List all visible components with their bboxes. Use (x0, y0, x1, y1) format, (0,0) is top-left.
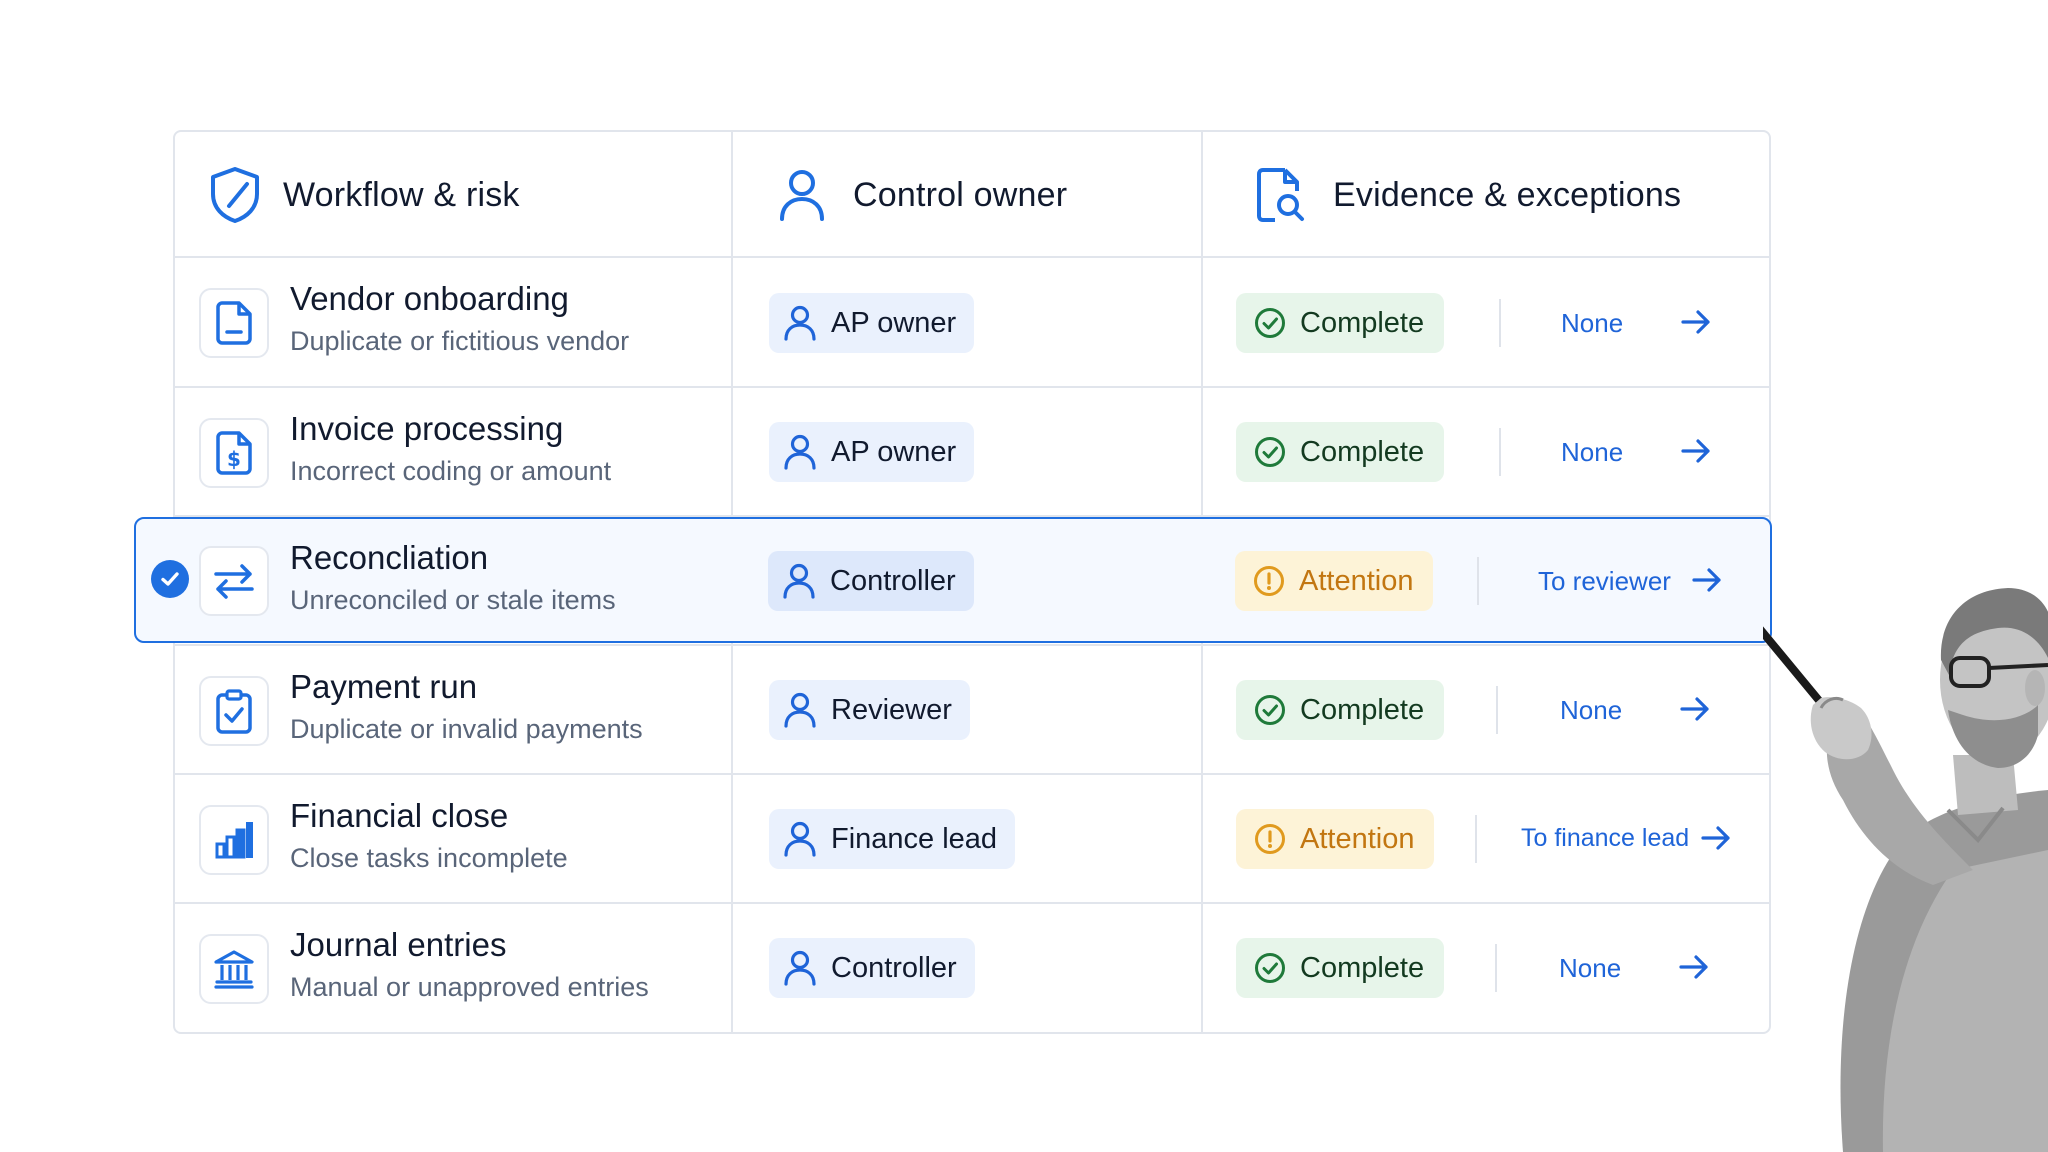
check-circle-icon (1255, 953, 1285, 983)
owner-chip[interactable]: Finance lead (769, 809, 1016, 869)
row-subtitle: Incorrect coding or amount (290, 456, 612, 486)
arrow-right-icon[interactable] (1679, 695, 1711, 723)
owner-chip[interactable]: AP owner (769, 293, 975, 353)
status-badge: Complete (1236, 680, 1445, 740)
divider (1495, 944, 1497, 992)
person-icon (783, 563, 815, 599)
row-title: Reconcliation (290, 539, 489, 576)
arrow-right-icon[interactable] (1700, 824, 1732, 852)
person-icon (784, 434, 816, 470)
owner-chip[interactable]: Controller (768, 551, 974, 611)
row-title: Vendor onboarding (290, 280, 569, 317)
invoice-dollar-icon: $ (199, 418, 269, 488)
status-badge: Complete (1236, 938, 1445, 998)
owner-label: AP owner (831, 435, 957, 468)
row-subtitle: Duplicate or fictitious vendor (290, 326, 630, 356)
divider (1496, 686, 1498, 734)
exception-link[interactable]: None (1561, 437, 1623, 468)
alert-circle-icon (1254, 566, 1284, 596)
divider (1477, 557, 1479, 605)
controls-table: Workflow & risk Control owner Evidence &… (134, 130, 1772, 1034)
document-search-icon (1257, 168, 1304, 222)
table-row[interactable]: Financial close Close tasks incomplete F… (175, 775, 1769, 903)
owner-label: Controller (831, 951, 957, 984)
exception-link[interactable]: To finance lead (1521, 824, 1689, 853)
row-subtitle: Unreconciled or stale items (290, 585, 616, 615)
status-badge: Attention (1235, 551, 1434, 611)
exception-link[interactable]: None (1559, 953, 1621, 984)
row-title: Payment run (290, 668, 478, 705)
person-icon (784, 821, 816, 857)
header-title: Evidence & exceptions (1333, 175, 1682, 214)
status-badge: Complete (1236, 422, 1445, 482)
person-icon (784, 305, 816, 341)
swap-arrows-icon (199, 546, 269, 616)
svg-text:$: $ (227, 447, 241, 471)
row-subtitle: Manual or unapproved entries (290, 972, 649, 1002)
exception-link[interactable]: To reviewer (1538, 566, 1671, 597)
row-title: Journal entries (290, 926, 507, 963)
divider (1475, 815, 1477, 863)
document-icon (199, 288, 269, 358)
arrow-right-icon[interactable] (1680, 437, 1712, 465)
person-icon (784, 692, 816, 728)
person-icon (780, 170, 824, 221)
alert-circle-icon (1255, 824, 1285, 854)
person-icon (784, 950, 816, 986)
exception-link[interactable]: None (1560, 695, 1622, 726)
header-title: Workflow & risk (283, 175, 520, 214)
arrow-right-icon[interactable] (1680, 308, 1712, 336)
header-workflow-risk: Workflow & risk (209, 132, 520, 258)
status-badge: Complete (1236, 293, 1445, 353)
table-row[interactable]: Journal entries Manual or unapproved ent… (175, 904, 1769, 1032)
bank-icon (199, 934, 269, 1004)
owner-chip[interactable]: AP owner (769, 422, 975, 482)
row-subtitle: Close tasks incomplete (290, 843, 568, 873)
row-subtitle: Duplicate or invalid payments (290, 714, 643, 744)
status-label: Complete (1300, 435, 1425, 468)
header-title: Control owner (853, 175, 1068, 214)
table-row[interactable]: Vendor onboarding Duplicate or fictitiou… (175, 258, 1769, 386)
presenter-person-image (1763, 588, 2048, 1152)
status-label: Attention (1299, 564, 1414, 597)
owner-label: Controller (830, 564, 956, 597)
status-label: Attention (1300, 822, 1415, 855)
shield-check-icon (211, 167, 259, 223)
header-control-owner: Control owner (777, 132, 1067, 258)
owner-label: Reviewer (831, 693, 952, 726)
row-title: Invoice processing (290, 410, 564, 447)
table-row[interactable]: Payment run Duplicate or invalid payment… (175, 646, 1769, 774)
owner-label: Finance lead (831, 822, 998, 855)
check-circle-icon (1255, 437, 1285, 467)
check-circle-icon (1255, 695, 1285, 725)
clipboard-check-icon (199, 676, 269, 746)
bar-chart-icon (199, 805, 269, 875)
exception-link[interactable]: None (1561, 308, 1623, 339)
status-label: Complete (1300, 693, 1425, 726)
selected-check-icon[interactable] (151, 560, 189, 598)
row-title: Financial close (290, 797, 509, 834)
owner-chip[interactable]: Reviewer (769, 680, 970, 740)
owner-chip[interactable]: Controller (769, 938, 975, 998)
divider (1499, 299, 1501, 347)
check-circle-icon (1255, 308, 1285, 338)
status-badge: Attention (1236, 809, 1435, 869)
divider (1499, 428, 1501, 476)
table-row-selected[interactable]: Reconcliation Unreconciled or stale item… (134, 517, 1772, 643)
arrow-right-icon[interactable] (1678, 953, 1710, 981)
owner-label: AP owner (831, 306, 957, 339)
arrow-right-icon[interactable] (1691, 566, 1723, 594)
status-label: Complete (1300, 306, 1425, 339)
table-row[interactable]: $ Invoice processing Incorrect coding or… (175, 388, 1769, 516)
status-label: Complete (1300, 951, 1425, 984)
header-evidence-exceptions: Evidence & exceptions (1255, 132, 1681, 258)
